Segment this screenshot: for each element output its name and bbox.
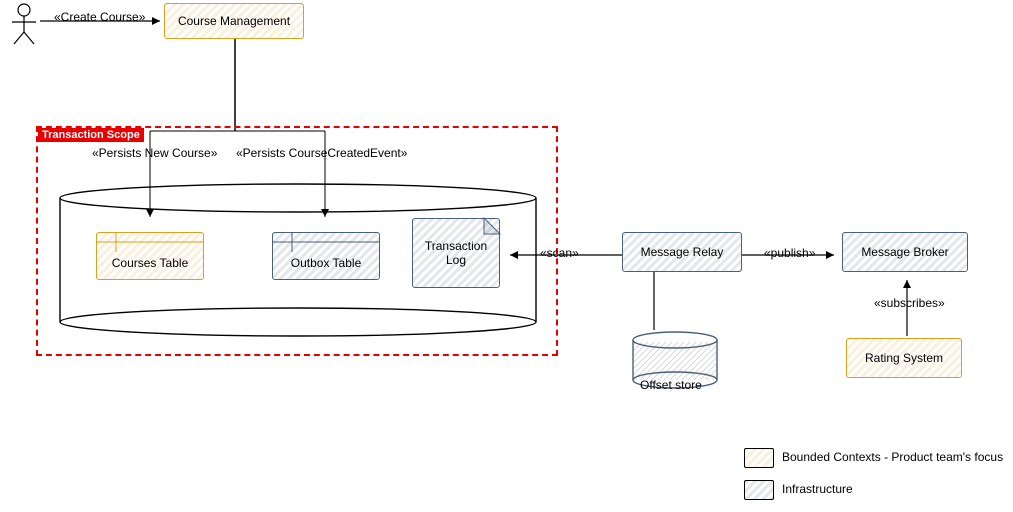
legend-label-infra: Infrastructure xyxy=(782,482,853,496)
diagram-canvas: { "actor": { "action_label": "«Create Co… xyxy=(0,0,1013,512)
legend-swatch-bounded xyxy=(744,448,774,468)
transaction-scope-title: Transaction Scope xyxy=(38,128,144,142)
node-label: Transaction Log xyxy=(425,239,487,267)
actor-icon xyxy=(6,2,42,46)
legend-label-bounded: Bounded Contexts - Product team's focus xyxy=(782,450,1003,464)
connector-relay-offset xyxy=(652,272,656,330)
node-outbox-table: Outbox Table xyxy=(272,232,380,280)
edge-label-persists-new-course: «Persists New Course» xyxy=(92,146,217,160)
edge-label-publish: «publish» xyxy=(764,246,815,260)
edge-label-scan: «scan» xyxy=(540,246,579,260)
node-rating-system: Rating System xyxy=(846,338,962,378)
node-message-broker: Message Broker xyxy=(842,232,968,272)
edge-label-create-course: «Create Course» xyxy=(54,10,145,24)
node-label: Course Management xyxy=(178,14,290,28)
legend-swatch-infra xyxy=(744,480,774,500)
node-label: Message Relay xyxy=(641,245,724,259)
node-label: Outbox Table xyxy=(291,256,362,270)
node-transaction-log: Transaction Log xyxy=(412,218,500,288)
node-label-offset-store: Offset store xyxy=(640,378,702,392)
edge-label-persists-event: «Persists CourseCreatedEvent» xyxy=(236,146,407,160)
table-icon xyxy=(272,232,380,252)
node-message-relay: Message Relay xyxy=(622,232,742,272)
connector-down xyxy=(233,39,237,131)
node-label: Courses Table xyxy=(112,256,189,270)
node-label: Message Broker xyxy=(861,245,948,259)
node-course-management: Course Management xyxy=(164,3,304,39)
dog-ear-icon xyxy=(484,218,500,234)
table-icon xyxy=(96,232,204,252)
edge-label-subscribes: «subscribes» xyxy=(874,296,945,310)
node-courses-table: Courses Table xyxy=(96,232,204,280)
node-label: Rating System xyxy=(865,351,943,365)
